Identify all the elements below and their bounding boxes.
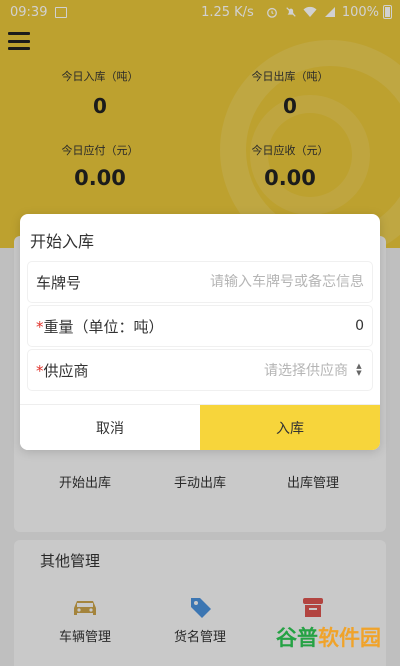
watermark-logo: 谷普软件园 xyxy=(276,622,381,652)
required-mark: * xyxy=(36,317,44,336)
weight-label-wrap: *重量（单位：吨） xyxy=(36,316,164,337)
watermark-part2: 软件园 xyxy=(318,626,381,650)
plate-label: 车牌号 xyxy=(36,273,82,292)
weight-row: *重量（单位：吨） xyxy=(28,306,372,346)
select-arrows-icon: ▲ ▼ xyxy=(356,362,362,377)
required-mark: * xyxy=(36,361,44,380)
weight-input[interactable] xyxy=(163,318,364,334)
supplier-label-wrap: *供应商 xyxy=(36,360,89,381)
dialog-buttons: 取消 入库 xyxy=(20,404,380,450)
cancel-button[interactable]: 取消 xyxy=(20,405,200,450)
watermark-part1: 谷普 xyxy=(276,626,318,650)
plate-number-row: 车牌号 xyxy=(28,262,372,302)
dialog-title: 开始入库 xyxy=(30,232,95,251)
start-inbound-dialog: 开始入库 车牌号 *重量（单位：吨） *供应商 请选择供应商 ▲▼ 取消 入库 xyxy=(20,214,380,450)
weight-label: 重量（单位：吨） xyxy=(43,317,164,336)
confirm-inbound-button[interactable]: 入库 xyxy=(200,405,380,450)
supplier-row[interactable]: *供应商 请选择供应商 ▲ ▼ xyxy=(28,350,372,390)
supplier-select[interactable]: 请选择供应商 xyxy=(89,360,348,380)
plate-number-input[interactable] xyxy=(81,274,364,290)
supplier-label: 供应商 xyxy=(43,361,89,380)
